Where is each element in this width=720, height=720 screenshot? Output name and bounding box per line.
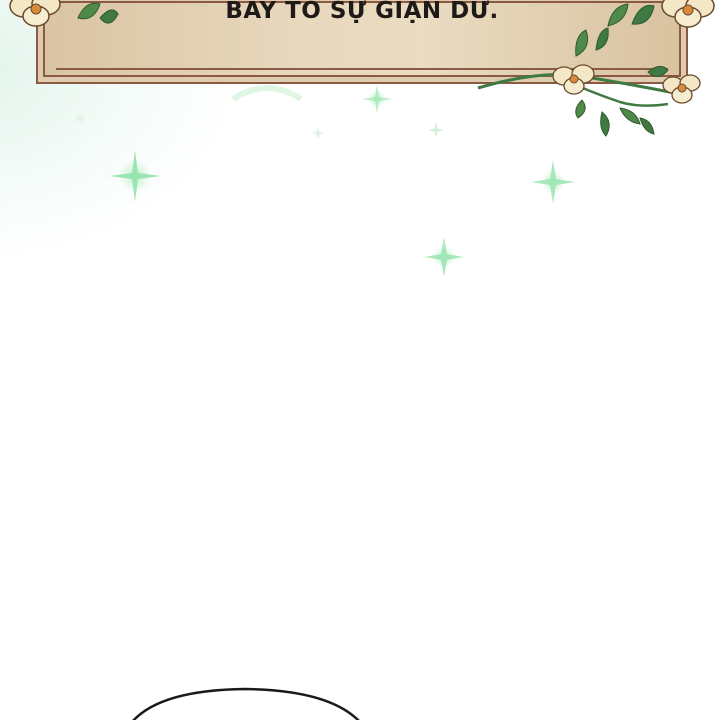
speech-bubble — [132, 687, 360, 720]
comic-panel: BAY TỎ SỰ GIẬN DỮ. — [0, 0, 720, 720]
